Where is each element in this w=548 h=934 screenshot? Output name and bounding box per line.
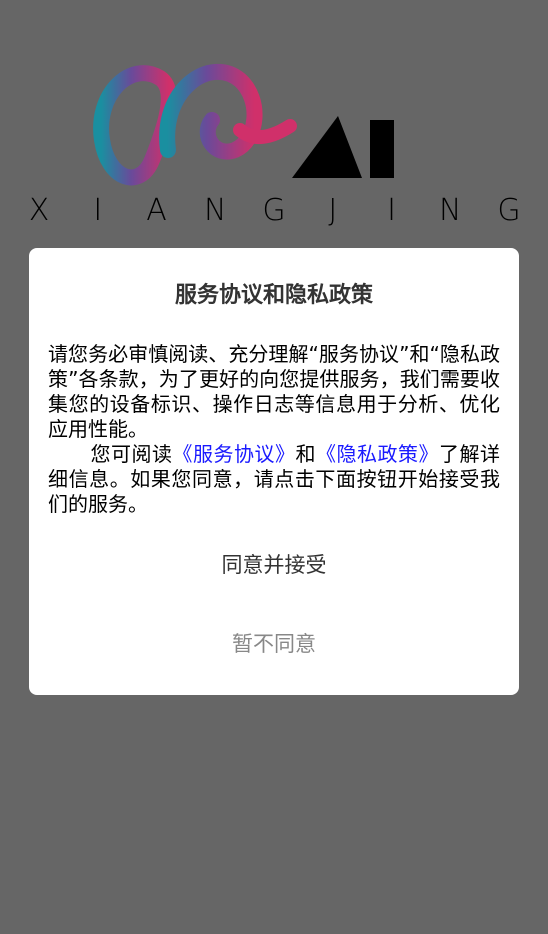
logo-letter: X — [28, 193, 50, 228]
logo-letter: A — [146, 193, 167, 228]
logo-letter: I — [387, 193, 396, 228]
agree-button[interactable]: 同意并接受 — [29, 548, 519, 582]
logo-letter: G — [497, 193, 521, 228]
dialog-body: 请您务必审慎阅读、充分理解“服务协议”和“隐私政策”各条款，为了更好的向您提供服… — [48, 342, 500, 517]
dialog-paragraph-links: 您可阅读《服务协议》和《隐私政策》了解详细信息。如果您同意，请点击下面按钮开始接… — [48, 442, 500, 517]
decline-button[interactable]: 暂不同意 — [29, 627, 519, 661]
dialog-title: 服务协议和隐私政策 — [174, 283, 373, 308]
logo-letter: J — [328, 193, 338, 228]
app-logo: X I A N G J I N G — [0, 0, 548, 240]
dialog-paragraph-intro: 请您务必审慎阅读、充分理解“服务协议”和“隐私政策”各条款，为了更好的向您提供服… — [48, 342, 500, 441]
logo-letter: G — [262, 193, 286, 228]
logo-letter: N — [439, 193, 462, 228]
privacy-policy-link[interactable]: 《隐私政策》 — [316, 442, 439, 466]
and-text: 和 — [295, 442, 317, 466]
logo-wordmark: X I A N G J I N G — [24, 193, 524, 228]
service-agreement-link[interactable]: 《服务协议》 — [173, 442, 296, 466]
logo-letter: N — [204, 193, 227, 228]
logo-letter: I — [93, 193, 103, 228]
read-prefix-text: 您可阅读 — [90, 442, 173, 466]
